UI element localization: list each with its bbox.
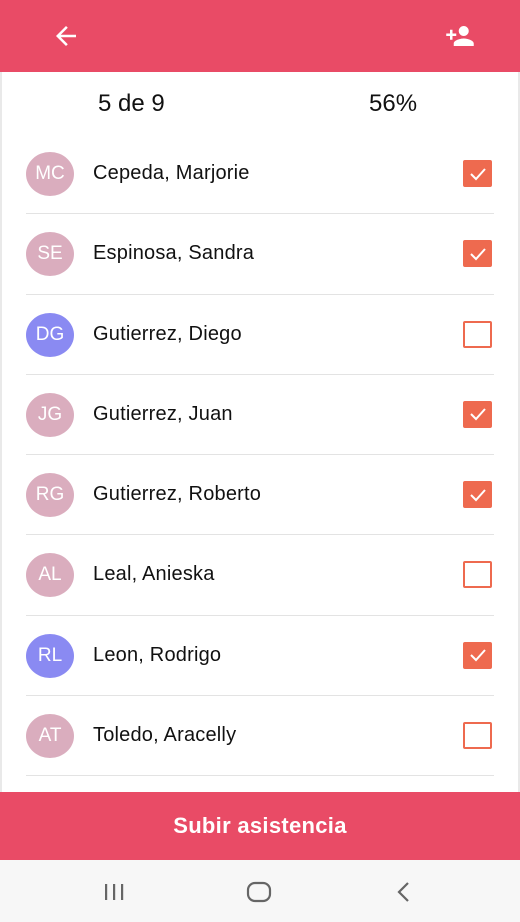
avatar: DG [26,312,74,357]
list-item[interactable]: DG Gutierrez, Diego [0,295,520,375]
app-bar [0,0,520,72]
add-person-button[interactable] [440,18,480,54]
checkmark-icon [469,167,486,180]
attendance-checkbox[interactable] [463,400,492,428]
student-name: Espinosa, Sandra [93,242,255,265]
list-item[interactable]: RL Leon, Rodrigo [0,616,520,697]
checkmark-icon [469,489,486,502]
avatar: AT [26,714,74,759]
attendance-count: 5 de 9 [98,90,165,117]
list-item[interactable]: AT Toledo, Aracelly [0,696,520,777]
avatar: MC [26,152,74,196]
row-divider [26,775,494,777]
list-item[interactable]: AL Leal, Anieska [0,535,520,616]
home-button[interactable] [239,872,279,912]
system-nav-bar [0,860,520,922]
attendance-checkbox[interactable] [463,481,492,509]
home-icon [246,881,272,903]
system-back-icon [397,882,409,902]
attendance-checkbox[interactable] [463,240,492,268]
attendance-checkbox[interactable] [463,641,492,669]
avatar: AL [26,553,74,598]
student-name: Leal, Anieska [93,563,215,586]
submit-label: Subir asistencia [173,813,347,838]
attendance-checkbox[interactable] [463,722,492,750]
avatar: JG [26,392,74,437]
student-name: Gutierrez, Diego [93,322,242,345]
student-list: MC Cepeda, Marjorie SE Espinosa, Sandra DG Gu… [0,134,520,777]
checkmark-icon [469,408,486,421]
student-name: Toledo, Aracelly [93,724,237,747]
list-item[interactable]: SE Espinosa, Sandra [0,214,520,295]
attendance-checkbox[interactable] [463,160,492,187]
list-item[interactable]: RG Gutierrez, Roberto [0,455,520,536]
attendance-checkbox[interactable] [463,561,492,589]
student-name: Gutierrez, Juan [93,402,233,425]
arrow-left-icon [56,26,76,46]
submit-attendance-button[interactable]: Subir asistencia [0,792,520,860]
recent-apps-button[interactable] [94,872,134,912]
student-name: Leon, Rodrigo [93,643,222,666]
list-item[interactable]: MC Cepeda, Marjorie [0,134,520,215]
avatar: RL [26,633,74,678]
system-back-button[interactable] [384,872,424,912]
student-name: Gutierrez, Roberto [93,483,262,506]
person-add-icon [446,26,474,46]
back-button[interactable] [48,18,84,54]
attendance-percent: 56% [369,90,418,117]
attendance-checkbox[interactable] [463,320,492,348]
attendance-summary: 5 de 9 56% [0,72,520,136]
student-name: Cepeda, Marjorie [93,162,250,184]
checkmark-icon [469,649,486,662]
recent-apps-icon [105,884,124,900]
avatar: RG [26,473,74,518]
avatar: SE [26,232,74,277]
list-item[interactable]: JG Gutierrez, Juan [0,375,520,456]
checkmark-icon [469,248,486,261]
